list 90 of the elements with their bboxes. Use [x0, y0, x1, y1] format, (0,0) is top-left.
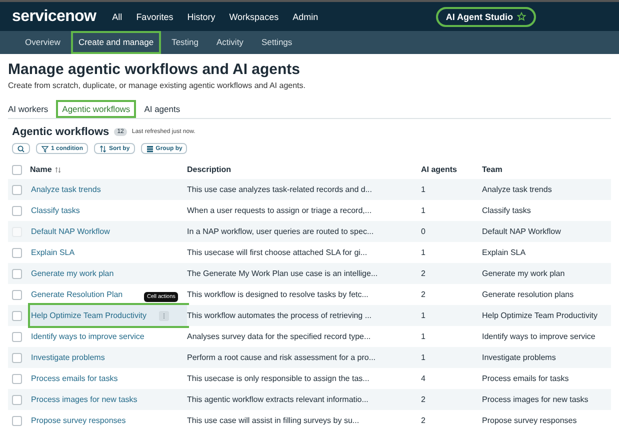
table-cell: Perform a root cause and risk assessment for a pro...: [187, 353, 376, 362]
table-cell: 2: [421, 290, 426, 299]
table-cell: This use case will assist in filling surveys by su...: [187, 416, 360, 425]
filter-icon: [41, 144, 49, 152]
page-title: Manage agentic workflows and AI agents: [8, 61, 302, 78]
search-icon: [17, 144, 25, 152]
workflow-link[interactable]: Propose survey responses: [31, 416, 126, 425]
table-cell: 0: [421, 227, 426, 236]
table-cell: Generate resolution plans: [482, 290, 574, 299]
table-cell: 1: [421, 248, 426, 257]
table-cell: This workflow is designed to resolve tasks by fetc...: [187, 290, 368, 299]
table-cell: 2: [421, 269, 426, 278]
table-cell: Investigate problems: [482, 353, 556, 362]
table-cell: 4: [421, 374, 426, 383]
workflow-link[interactable]: Explain SLA: [31, 248, 75, 257]
workflow-link[interactable]: Generate Resolution Plan: [31, 290, 123, 299]
column-header[interactable]: Description: [187, 165, 232, 174]
nav-tab[interactable]: Settings: [254, 31, 300, 54]
nav-link[interactable]: Admin: [292, 12, 318, 22]
select-all-checkbox[interactable]: [12, 164, 22, 174]
table-cell: This use case analyzes task-related records and d...: [187, 185, 372, 194]
table-cell: This agentic workflow extracts relevant informatio...: [187, 395, 368, 404]
table-cell: Analyses survey data for the specified record type...: [187, 332, 371, 341]
app-name: AI Agent Studio: [446, 12, 513, 22]
nav-tab[interactable]: Testing: [164, 31, 206, 54]
row-checkbox[interactable]: [12, 310, 22, 320]
table-cell: Explain SLA: [482, 248, 526, 257]
list-title: Agentic workflows: [12, 126, 110, 138]
column-header[interactable]: AI agents: [421, 165, 458, 174]
row-checkbox[interactable]: [12, 248, 22, 258]
row-checkbox[interactable]: [12, 394, 22, 404]
table-cell: 1: [421, 353, 426, 362]
row-checkbox[interactable]: [12, 184, 22, 194]
workflow-link[interactable]: Analyze task trends: [31, 185, 101, 194]
sort-icon: [54, 166, 61, 172]
table-cell: In a NAP workflow, user queries are routed to spec...: [187, 227, 374, 236]
table-cell: When a user requests to assign or triage a record,...: [187, 206, 372, 215]
nav-tab[interactable]: Create and manage: [71, 31, 161, 54]
table-cell: 2: [421, 416, 426, 425]
workflow-link[interactable]: Help Optimize Team Productivity: [31, 311, 146, 320]
nav-link[interactable]: Workspaces: [229, 12, 279, 22]
table-cell: Generate my work plan: [482, 269, 565, 278]
table-cell: 1: [421, 206, 426, 215]
workflow-link[interactable]: Identify ways to improve service: [31, 332, 144, 341]
page-subtitle: Create from scratch, duplicate, or manage existing agentic workflows and AI agents.: [8, 81, 306, 90]
row-checkbox[interactable]: [12, 290, 22, 300]
workflow-link[interactable]: Generate my work plan: [31, 269, 114, 278]
table-cell: 1: [421, 332, 426, 341]
tab[interactable]: AI workers: [8, 100, 54, 118]
star-icon: [517, 12, 526, 21]
row-checkbox[interactable]: [12, 332, 22, 342]
column-header[interactable]: Name: [30, 165, 52, 174]
workflow-link[interactable]: Investigate problems: [31, 353, 105, 362]
row-checkbox[interactable]: [12, 268, 22, 278]
table-cell: This usecase is only responsible to assign the tas...: [187, 374, 370, 383]
table-cell: Process emails for tasks: [482, 374, 569, 383]
nav-link[interactable]: Favorites: [136, 12, 174, 22]
table-cell: 2: [421, 395, 426, 404]
nav-tab[interactable]: Activity: [210, 31, 250, 54]
app-switcher[interactable]: AI Agent Studio: [436, 8, 535, 26]
nav-tab[interactable]: Overview: [18, 31, 68, 54]
nav-link[interactable]: All: [112, 12, 122, 22]
table-cell: 1: [421, 185, 426, 194]
row-checkbox[interactable]: [12, 416, 22, 426]
table-cell: Identify ways to improve service: [482, 332, 596, 341]
table-cell: The Generate My Work Plan use case is an intellige...: [187, 269, 378, 278]
workflow-link[interactable]: Process images for new tasks: [31, 395, 138, 404]
group-icon: [146, 144, 154, 152]
table-cell: 1: [421, 311, 426, 320]
column-header[interactable]: Team: [482, 165, 502, 174]
table-cell: Help Optimize Team Productivity: [482, 311, 598, 320]
sort-icon: [99, 144, 107, 152]
workflow-link[interactable]: Classify tasks: [31, 206, 80, 215]
table-cell: This workflow automates the process of retrieving ...: [187, 311, 372, 320]
search-button[interactable]: [12, 143, 30, 154]
table-cell: Default NAP Workflow: [482, 227, 561, 236]
tab[interactable]: Agentic workflows: [56, 100, 136, 118]
row-checkbox[interactable]: [12, 374, 22, 384]
cell-actions-button[interactable]: [159, 310, 169, 320]
nav-link[interactable]: History: [187, 12, 216, 22]
tab[interactable]: AI agents: [138, 100, 186, 118]
logo[interactable]: servicenow: [12, 8, 96, 26]
table-cell: Classify tasks: [482, 206, 531, 215]
table-cell: This usecase will first choose attached SLA for gi...: [187, 248, 368, 257]
table-cell: Propose survey responses: [482, 416, 577, 425]
row-checkbox[interactable]: [12, 352, 22, 362]
row-checkbox[interactable]: [12, 206, 22, 216]
table-cell: Process images for new tasks: [482, 395, 588, 404]
table-cell: Analyze task trends: [482, 185, 552, 194]
workflow-link[interactable]: Process emails for tasks: [31, 374, 118, 383]
